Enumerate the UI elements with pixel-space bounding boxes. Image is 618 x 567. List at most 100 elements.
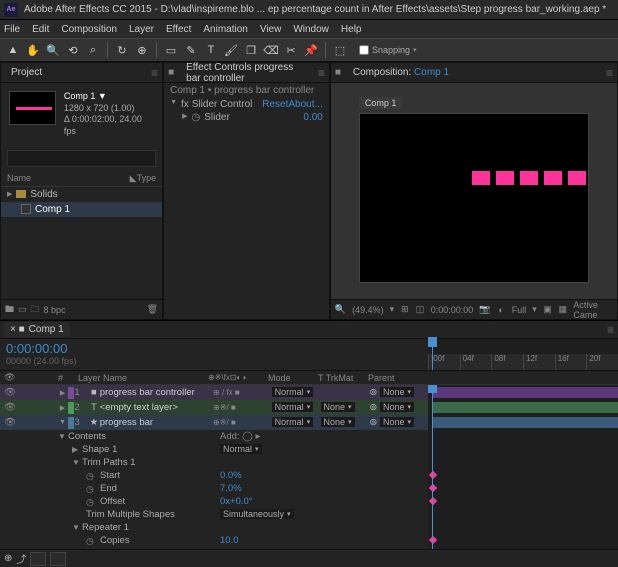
parent-dropdown[interactable]: None	[380, 402, 414, 412]
comp-lock-icon[interactable]: ■	[335, 67, 341, 78]
project-items[interactable]: ▶ Solids Comp 1	[1, 187, 162, 299]
new-folder-icon[interactable]: 🗀	[31, 302, 40, 318]
stopwatch-icon[interactable]: ◷	[86, 484, 96, 494]
channel-icon[interactable]: ◐	[496, 304, 505, 316]
menu-file[interactable]: File	[4, 24, 20, 35]
effect-about[interactable]: About...	[288, 99, 322, 110]
prop-group[interactable]: ▼Trim Paths 1	[0, 456, 428, 469]
panel-menu-icon[interactable]: ≡	[318, 66, 325, 80]
shape-mode-dropdown[interactable]: Normal	[220, 444, 262, 454]
keyframe-icon[interactable]	[429, 484, 437, 492]
col-parent[interactable]: Parent	[368, 373, 428, 383]
project-item-comp[interactable]: Comp 1	[1, 202, 162, 217]
anchor-tool-icon[interactable]: ⊕	[133, 41, 151, 59]
slider-param-value[interactable]: 0.00	[303, 112, 322, 123]
prop-value[interactable]: 7.0%	[220, 483, 242, 494]
roto-tool-icon[interactable]: ✂	[282, 41, 300, 59]
selection-tool-icon[interactable]: ▲	[4, 41, 22, 59]
prop-start[interactable]: ◷Start0.0%	[0, 469, 428, 482]
panel-menu-icon[interactable]: ≡	[607, 323, 614, 337]
menu-composition[interactable]: Composition	[61, 24, 117, 35]
composition-viewer[interactable]: Comp 1	[331, 83, 617, 299]
layer-row[interactable]: 👁 ▼ 3 ★ progress bar ⊕※/ ■ Normal None ⊚…	[0, 415, 428, 430]
pen-tool-icon[interactable]: ✎	[182, 41, 200, 59]
effect-reset[interactable]: Reset	[262, 99, 288, 110]
stopwatch-icon[interactable]: ◷	[191, 112, 200, 123]
zoom-value[interactable]: (49.4%)	[352, 305, 384, 315]
menubar[interactable]: File Edit Composition Layer Effect Anima…	[0, 20, 618, 38]
local-axis-icon[interactable]: ⬚	[331, 41, 349, 59]
parent-dropdown[interactable]: None	[380, 417, 414, 427]
snapping-toggle[interactable]: Snapping ▾	[359, 45, 417, 55]
comp-thumbnail[interactable]	[9, 91, 56, 125]
col-type-icon[interactable]: ◣	[130, 173, 137, 184]
puppet-tool-icon[interactable]: 📌	[302, 41, 320, 59]
panel-menu-icon[interactable]: ≡	[606, 66, 613, 80]
orbit-tool-icon[interactable]: ⟲	[64, 41, 82, 59]
composition-tab[interactable]: Composition: Comp 1	[347, 65, 455, 80]
timeline-ruler[interactable]: :00f04f08f12f16f20f	[428, 339, 618, 370]
menu-animation[interactable]: Animation	[203, 24, 247, 35]
prop-tms[interactable]: Trim Multiple ShapesSimultaneously	[0, 508, 428, 521]
footer-button[interactable]	[30, 552, 46, 566]
mode-dropdown[interactable]: Normal	[272, 402, 314, 412]
prop-value[interactable]: 0x+0.0°	[220, 496, 253, 507]
camera-dropdown[interactable]: Active Came	[573, 300, 613, 320]
keyframe-icon[interactable]	[429, 497, 437, 505]
fx-badge-icon[interactable]: fx	[181, 99, 189, 110]
prop-value[interactable]: 0.0%	[220, 470, 242, 481]
bpc-toggle[interactable]: 8 bpc	[44, 305, 66, 315]
col-layer-name[interactable]: Layer Name	[78, 373, 208, 383]
menu-effect[interactable]: Effect	[166, 24, 191, 35]
zoom-tool-icon[interactable]: 🔍	[44, 41, 62, 59]
layer-row[interactable]: 👁 ▶ 2 T <empty text layer> ⊕※/ ■ Normal …	[0, 400, 428, 415]
toggle-switches-icon[interactable]: ⊕	[4, 553, 12, 564]
prop-group[interactable]: ▼ContentsAdd: ◯ ▸	[0, 430, 428, 443]
trkmat-dropdown[interactable]: None	[321, 402, 355, 412]
mode-dropdown[interactable]: Normal	[272, 417, 314, 427]
prop-group[interactable]: ▼Repeater 1	[0, 521, 428, 534]
trkmat-dropdown[interactable]: None	[321, 417, 355, 427]
stopwatch-icon[interactable]: ◷	[86, 471, 96, 481]
composition-canvas[interactable]	[359, 113, 589, 283]
stopwatch-icon[interactable]: ◷	[86, 497, 96, 507]
col-trkmat[interactable]: T TrkMat	[318, 373, 368, 383]
camera-tool-icon[interactable]: ⌕	[84, 41, 102, 59]
prop-copies[interactable]: ◷Copies10.0	[0, 534, 428, 547]
project-search-input[interactable]	[7, 150, 156, 167]
current-time[interactable]: 0:00:00:00	[6, 341, 422, 356]
resolution-dropdown[interactable]: Full	[512, 305, 527, 315]
col-name[interactable]: Name	[7, 173, 130, 184]
panel-menu-icon[interactable]: ≡	[151, 66, 158, 80]
rotate-tool-icon[interactable]: ↻	[113, 41, 131, 59]
keyframe-icon[interactable]	[429, 536, 437, 544]
timeline-tab[interactable]: × ■ Comp 1	[4, 322, 70, 337]
shy-icon[interactable]: ⤴	[16, 551, 26, 566]
interpret-icon[interactable]: 🖿	[5, 302, 14, 318]
timeline-tracks[interactable]	[428, 385, 618, 549]
mode-dropdown[interactable]: Normal	[272, 387, 314, 397]
snapshot-icon[interactable]: 📷	[479, 304, 490, 316]
col-mode[interactable]: Mode	[268, 373, 318, 383]
prop-value[interactable]: 10.0	[220, 535, 239, 546]
menu-window[interactable]: Window	[293, 24, 329, 35]
parent-dropdown[interactable]: None	[380, 387, 414, 397]
effect-name[interactable]: Slider Control	[192, 99, 254, 110]
project-item-folder[interactable]: ▶ Solids	[1, 187, 162, 202]
snapping-checkbox[interactable]	[359, 45, 369, 55]
comp-chip[interactable]: Comp 1	[359, 97, 403, 109]
clone-tool-icon[interactable]: ❐	[242, 41, 260, 59]
new-comp-icon[interactable]: ▭	[18, 304, 27, 315]
keyframe-icon[interactable]	[429, 471, 437, 479]
text-tool-icon[interactable]: T	[202, 41, 220, 59]
footer-button[interactable]	[50, 552, 66, 566]
mask-icon[interactable]: ◫	[415, 304, 424, 316]
rect-tool-icon[interactable]: ▭	[162, 41, 180, 59]
eraser-tool-icon[interactable]: ⌫	[262, 41, 280, 59]
prop-end[interactable]: ◷End7.0%	[0, 482, 428, 495]
hand-tool-icon[interactable]: ✋	[24, 41, 42, 59]
effect-lock-icon[interactable]: ■	[168, 67, 174, 78]
col-type[interactable]: Type	[137, 173, 157, 184]
menu-edit[interactable]: Edit	[32, 24, 49, 35]
stopwatch-icon[interactable]: ◷	[86, 536, 96, 546]
